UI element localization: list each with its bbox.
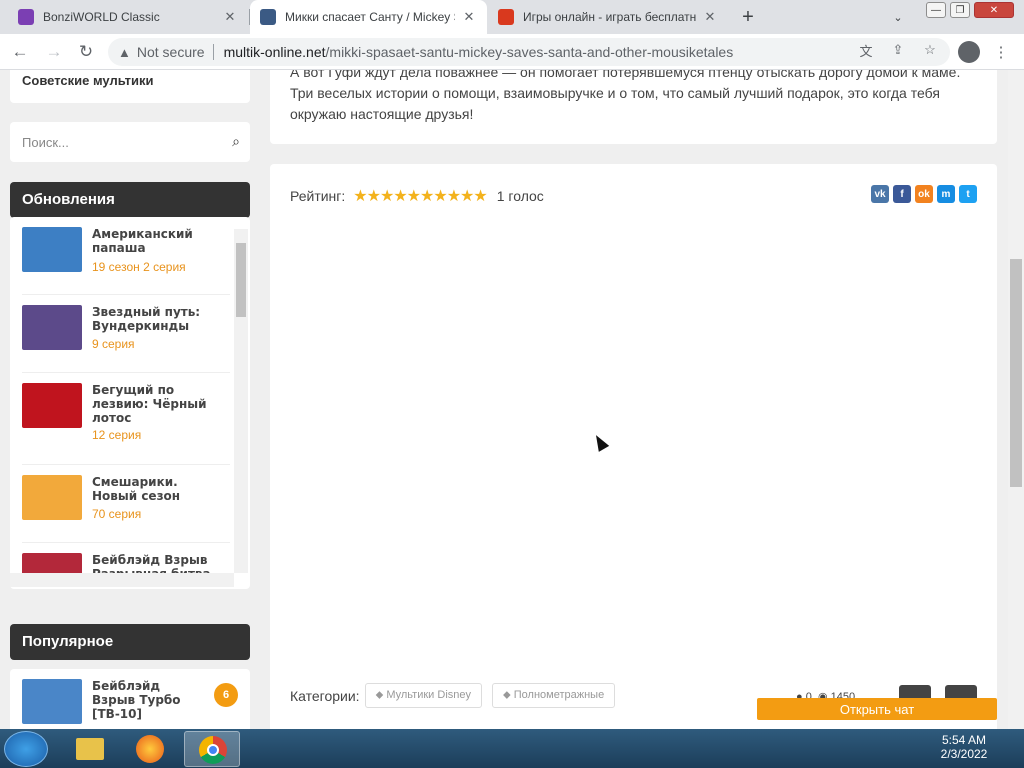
item-title[interactable]: Бегущий по лезвию: Чёрный лотос	[92, 383, 224, 425]
start-button[interactable]	[4, 731, 48, 767]
forward-icon[interactable]: →	[42, 40, 66, 64]
category-tag[interactable]: ⬥ Полнометражные	[492, 683, 616, 708]
tab-strip: BonziWORLD Classic ✕ Микки спасает Санту…	[0, 0, 1024, 34]
windows-taskbar: 5:54 AM 2/3/2022	[0, 729, 1024, 768]
mailru-share-icon[interactable]: m	[937, 185, 955, 203]
firefox-icon[interactable]	[122, 731, 178, 767]
security-label: Not secure	[136, 44, 205, 60]
description-text: А вот Гуфи ждут дела поважнее — он помог…	[290, 70, 961, 122]
tab-games[interactable]: Игры онлайн - играть бесплатн ✕	[488, 0, 728, 34]
vk-share-icon[interactable]: vk	[871, 185, 889, 203]
soviet-cartoons-link[interactable]: Советские мультики	[22, 73, 153, 88]
maximize-button[interactable]: ❐	[950, 2, 970, 18]
thumbnail[interactable]	[22, 383, 82, 428]
popular-badge: 6	[214, 683, 238, 707]
browser-chrome: BonziWORLD Classic ✕ Микки спасает Санту…	[0, 0, 1024, 70]
url-path: /mikki-spasaet-santu-mickey-saves-santa-…	[325, 44, 734, 60]
tab-title: BonziWORLD Classic	[43, 10, 160, 24]
updates-heading: Обновления	[10, 182, 250, 218]
popular-heading: Популярное	[10, 624, 250, 660]
close-icon[interactable]: ✕	[702, 9, 718, 25]
mario-favicon-icon	[498, 9, 514, 25]
odnoklassniki-share-icon[interactable]: ok	[915, 185, 933, 203]
video-player-area[interactable]	[290, 219, 977, 669]
item-title[interactable]: Американский папаша	[92, 227, 224, 255]
item-episode: 12 серия	[92, 428, 142, 442]
minimize-button[interactable]: —	[926, 2, 946, 18]
item-episode: 19 сезон 2 серия	[92, 260, 186, 274]
category-tag[interactable]: ⬥ Мультики Disney	[364, 683, 482, 708]
address-bar[interactable]: ▲ Not secure multik-online.net /mikki-sp…	[108, 38, 950, 66]
close-icon[interactable]: ✕	[222, 9, 238, 25]
tab-title: Игры онлайн - играть бесплатн	[523, 10, 696, 24]
warning-icon: ▲	[118, 44, 131, 60]
bonzi-favicon-icon	[18, 9, 34, 25]
thumbnail[interactable]	[22, 305, 82, 350]
scrollbar-thumb[interactable]	[1010, 259, 1022, 487]
list-item[interactable]: Бегущий по лезвию: Чёрный лотос 12 серия	[22, 373, 230, 465]
thumbnail[interactable]	[22, 227, 82, 272]
film-favicon-icon	[260, 9, 276, 25]
close-window-button[interactable]: ✕	[974, 2, 1014, 18]
rating-label: Рейтинг:	[290, 188, 346, 204]
list-item[interactable]: Звездный путь: Вундеркинды 9 серия	[22, 295, 230, 373]
search-placeholder: Поиск...	[22, 134, 69, 150]
file-explorer-icon[interactable]	[62, 731, 118, 767]
system-clock[interactable]: 5:54 AM 2/3/2022	[908, 733, 1020, 761]
kebab-menu-icon[interactable]: ⋮	[994, 42, 1009, 62]
item-title[interactable]: Бейблэйд Взрыв Турбо [ТВ-10]	[92, 679, 204, 721]
clock-time: 5:54 AM	[941, 733, 987, 747]
updates-horizontal-scrollbar[interactable]	[10, 573, 234, 587]
thumbnail[interactable]	[22, 553, 82, 573]
back-icon[interactable]: ←	[8, 40, 32, 64]
tab-mickey[interactable]: Микки спасает Санту / Mickey S ✕	[250, 0, 487, 34]
tab-title: Микки спасает Санту / Mickey S	[285, 10, 455, 24]
rating-stars[interactable]: ★★★★★★★★★★	[353, 186, 487, 206]
item-title[interactable]: Бейблэйд Взрыв Разрывная битва	[92, 553, 224, 573]
list-item[interactable]: Смешарики. Новый сезон 70 серия	[22, 465, 230, 543]
rating-row: Рейтинг: ★★★★★★★★★★ 1 голос	[290, 186, 544, 206]
list-item[interactable]: Бейблэйд Взрыв Турбо [ТВ-10] 6	[22, 669, 250, 729]
item-episode: 70 серия	[92, 507, 142, 521]
popular-list: Бейблэйд Взрыв Турбо [ТВ-10] 6	[10, 669, 250, 729]
tab-bonziworld[interactable]: BonziWORLD Classic ✕	[8, 0, 248, 34]
votes-count: 1 голос	[496, 188, 544, 204]
updates-list: Американский папаша 19 сезон 2 серия Зве…	[10, 217, 250, 589]
updates-scrollbar[interactable]	[234, 229, 248, 573]
thumbnail[interactable]	[22, 475, 82, 520]
chrome-icon[interactable]	[184, 731, 240, 767]
page-scrollbar[interactable]	[1008, 70, 1024, 729]
page-viewport: Советские мультики Поиск... ⌕ Обновления…	[0, 70, 1024, 729]
category-item[interactable]: Советские мультики	[10, 70, 250, 103]
twitter-share-icon[interactable]: t	[959, 185, 977, 203]
close-icon[interactable]: ✕	[461, 9, 477, 25]
description-card: А вот Гуфи ждут дела поважнее — он помог…	[270, 70, 997, 144]
open-chat-button[interactable]: Открыть чат	[757, 698, 997, 720]
scrollbar-thumb[interactable]	[236, 243, 246, 317]
reload-icon[interactable]: ↻	[74, 40, 98, 64]
list-item[interactable]: Американский папаша 19 сезон 2 серия	[22, 217, 230, 295]
browser-toolbar: ← → ↻ ▲ Not secure multik-online.net /mi…	[0, 34, 1024, 70]
facebook-share-icon[interactable]: f	[893, 185, 911, 203]
share-icon[interactable]: ⇪	[890, 42, 906, 58]
thumbnail[interactable]	[22, 679, 82, 724]
category-tag-label: Мультики Disney	[386, 689, 471, 701]
translate-icon[interactable]: 文	[858, 42, 874, 59]
url-host: multik-online.net	[223, 44, 326, 60]
search-icon[interactable]: ⌕	[232, 133, 240, 150]
item-episode: 9 серия	[92, 337, 135, 351]
item-title[interactable]: Звездный путь: Вундеркинды	[92, 305, 224, 333]
categories-row: Категории: ⬥ Мультики Disney ⬥ Полнометр…	[290, 683, 620, 708]
tab-search-icon[interactable]: ⌄	[888, 7, 908, 27]
list-item[interactable]: Бейблэйд Взрыв Разрывная битва	[22, 543, 230, 573]
clock-date: 2/3/2022	[940, 747, 988, 761]
bookmark-star-icon[interactable]: ☆	[922, 42, 938, 58]
item-title[interactable]: Смешарики. Новый сезон	[92, 475, 224, 503]
profile-avatar[interactable]	[958, 41, 980, 63]
category-tag-label: Полнометражные	[513, 689, 605, 701]
categories-label: Категории:	[290, 687, 360, 704]
player-card: Рейтинг: ★★★★★★★★★★ 1 голос vk f ok m t …	[270, 164, 997, 729]
new-tab-button[interactable]: +	[736, 5, 760, 29]
search-field[interactable]: Поиск... ⌕	[10, 122, 250, 162]
